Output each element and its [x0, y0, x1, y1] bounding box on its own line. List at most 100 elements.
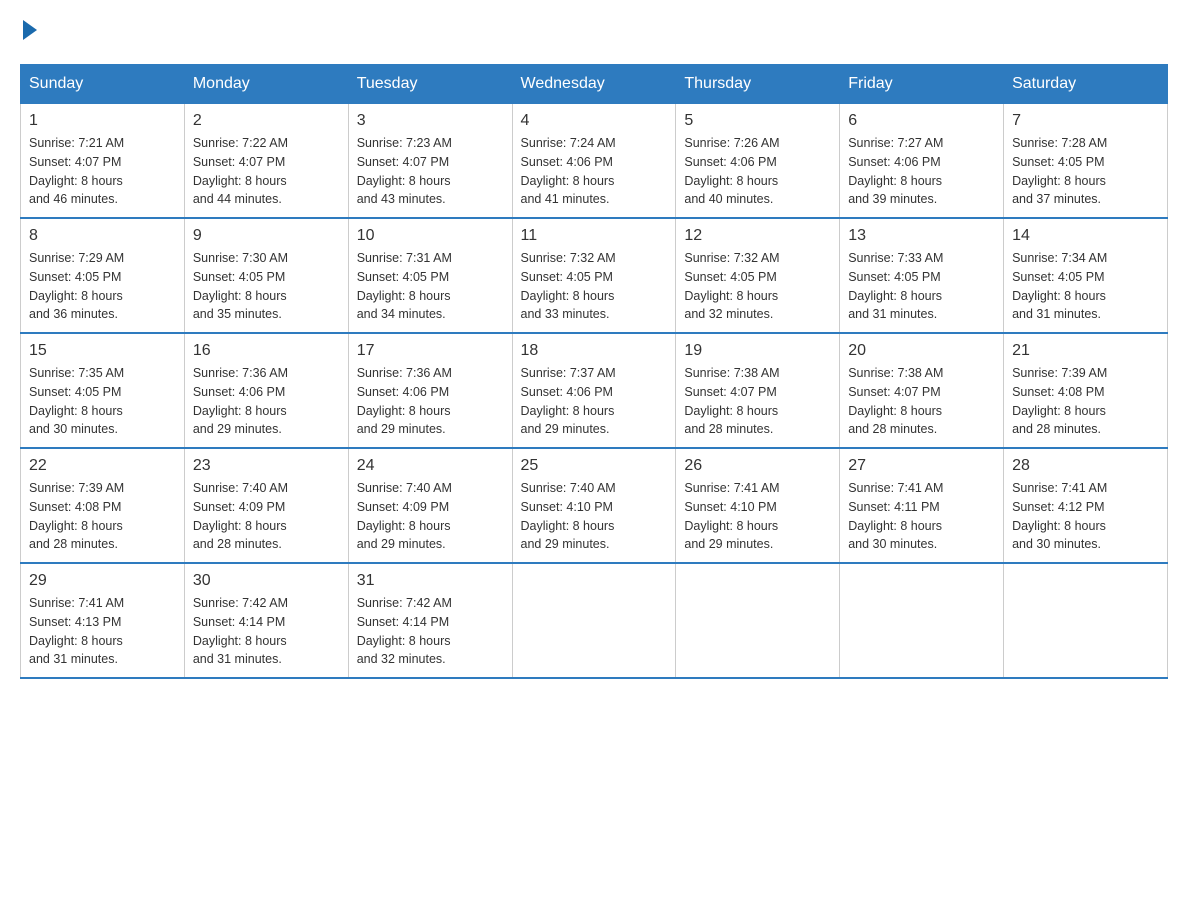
calendar-cell: 8 Sunrise: 7:29 AM Sunset: 4:05 PM Dayli… [21, 218, 185, 333]
calendar-cell: 27 Sunrise: 7:41 AM Sunset: 4:11 PM Dayl… [840, 448, 1004, 563]
day-info: Sunrise: 7:40 AM Sunset: 4:09 PM Dayligh… [357, 479, 504, 554]
day-number: 20 [848, 342, 995, 360]
calendar-cell [512, 563, 676, 678]
day-number: 15 [29, 342, 176, 360]
calendar-cell: 24 Sunrise: 7:40 AM Sunset: 4:09 PM Dayl… [348, 448, 512, 563]
col-header-wednesday: Wednesday [512, 65, 676, 104]
day-number: 25 [521, 457, 668, 475]
day-info: Sunrise: 7:33 AM Sunset: 4:05 PM Dayligh… [848, 249, 995, 324]
day-number: 9 [193, 227, 340, 245]
day-info: Sunrise: 7:30 AM Sunset: 4:05 PM Dayligh… [193, 249, 340, 324]
day-info: Sunrise: 7:23 AM Sunset: 4:07 PM Dayligh… [357, 134, 504, 209]
day-info: Sunrise: 7:39 AM Sunset: 4:08 PM Dayligh… [29, 479, 176, 554]
calendar-week-row: 15 Sunrise: 7:35 AM Sunset: 4:05 PM Dayl… [21, 333, 1168, 448]
day-info: Sunrise: 7:34 AM Sunset: 4:05 PM Dayligh… [1012, 249, 1159, 324]
calendar-cell: 30 Sunrise: 7:42 AM Sunset: 4:14 PM Dayl… [184, 563, 348, 678]
day-info: Sunrise: 7:21 AM Sunset: 4:07 PM Dayligh… [29, 134, 176, 209]
day-info: Sunrise: 7:26 AM Sunset: 4:06 PM Dayligh… [684, 134, 831, 209]
calendar-table: SundayMondayTuesdayWednesdayThursdayFrid… [20, 64, 1168, 679]
day-number: 26 [684, 457, 831, 475]
day-info: Sunrise: 7:36 AM Sunset: 4:06 PM Dayligh… [357, 364, 504, 439]
day-info: Sunrise: 7:42 AM Sunset: 4:14 PM Dayligh… [193, 594, 340, 669]
calendar-cell: 2 Sunrise: 7:22 AM Sunset: 4:07 PM Dayli… [184, 104, 348, 219]
day-number: 16 [193, 342, 340, 360]
calendar-cell: 11 Sunrise: 7:32 AM Sunset: 4:05 PM Dayl… [512, 218, 676, 333]
calendar-cell: 19 Sunrise: 7:38 AM Sunset: 4:07 PM Dayl… [676, 333, 840, 448]
calendar-week-row: 8 Sunrise: 7:29 AM Sunset: 4:05 PM Dayli… [21, 218, 1168, 333]
day-number: 28 [1012, 457, 1159, 475]
day-number: 4 [521, 112, 668, 130]
calendar-cell [1004, 563, 1168, 678]
col-header-monday: Monday [184, 65, 348, 104]
day-number: 19 [684, 342, 831, 360]
calendar-cell: 13 Sunrise: 7:33 AM Sunset: 4:05 PM Dayl… [840, 218, 1004, 333]
day-number: 13 [848, 227, 995, 245]
day-info: Sunrise: 7:38 AM Sunset: 4:07 PM Dayligh… [684, 364, 831, 439]
day-number: 11 [521, 227, 668, 245]
calendar-cell: 22 Sunrise: 7:39 AM Sunset: 4:08 PM Dayl… [21, 448, 185, 563]
day-info: Sunrise: 7:40 AM Sunset: 4:10 PM Dayligh… [521, 479, 668, 554]
calendar-cell: 15 Sunrise: 7:35 AM Sunset: 4:05 PM Dayl… [21, 333, 185, 448]
day-info: Sunrise: 7:32 AM Sunset: 4:05 PM Dayligh… [684, 249, 831, 324]
day-number: 3 [357, 112, 504, 130]
day-number: 14 [1012, 227, 1159, 245]
calendar-cell: 5 Sunrise: 7:26 AM Sunset: 4:06 PM Dayli… [676, 104, 840, 219]
logo [20, 20, 37, 44]
calendar-week-row: 22 Sunrise: 7:39 AM Sunset: 4:08 PM Dayl… [21, 448, 1168, 563]
calendar-cell: 17 Sunrise: 7:36 AM Sunset: 4:06 PM Dayl… [348, 333, 512, 448]
day-info: Sunrise: 7:35 AM Sunset: 4:05 PM Dayligh… [29, 364, 176, 439]
day-number: 5 [684, 112, 831, 130]
day-number: 12 [684, 227, 831, 245]
day-number: 29 [29, 572, 176, 590]
calendar-cell: 26 Sunrise: 7:41 AM Sunset: 4:10 PM Dayl… [676, 448, 840, 563]
calendar-cell: 23 Sunrise: 7:40 AM Sunset: 4:09 PM Dayl… [184, 448, 348, 563]
calendar-cell: 14 Sunrise: 7:34 AM Sunset: 4:05 PM Dayl… [1004, 218, 1168, 333]
day-number: 17 [357, 342, 504, 360]
calendar-cell: 21 Sunrise: 7:39 AM Sunset: 4:08 PM Dayl… [1004, 333, 1168, 448]
calendar-cell: 10 Sunrise: 7:31 AM Sunset: 4:05 PM Dayl… [348, 218, 512, 333]
calendar-cell: 12 Sunrise: 7:32 AM Sunset: 4:05 PM Dayl… [676, 218, 840, 333]
calendar-cell: 18 Sunrise: 7:37 AM Sunset: 4:06 PM Dayl… [512, 333, 676, 448]
day-number: 6 [848, 112, 995, 130]
day-info: Sunrise: 7:41 AM Sunset: 4:12 PM Dayligh… [1012, 479, 1159, 554]
day-number: 23 [193, 457, 340, 475]
day-info: Sunrise: 7:40 AM Sunset: 4:09 PM Dayligh… [193, 479, 340, 554]
calendar-cell: 1 Sunrise: 7:21 AM Sunset: 4:07 PM Dayli… [21, 104, 185, 219]
day-info: Sunrise: 7:38 AM Sunset: 4:07 PM Dayligh… [848, 364, 995, 439]
calendar-cell: 3 Sunrise: 7:23 AM Sunset: 4:07 PM Dayli… [348, 104, 512, 219]
day-number: 30 [193, 572, 340, 590]
col-header-tuesday: Tuesday [348, 65, 512, 104]
col-header-sunday: Sunday [21, 65, 185, 104]
day-info: Sunrise: 7:22 AM Sunset: 4:07 PM Dayligh… [193, 134, 340, 209]
col-header-friday: Friday [840, 65, 1004, 104]
day-number: 18 [521, 342, 668, 360]
day-info: Sunrise: 7:32 AM Sunset: 4:05 PM Dayligh… [521, 249, 668, 324]
calendar-cell: 29 Sunrise: 7:41 AM Sunset: 4:13 PM Dayl… [21, 563, 185, 678]
day-info: Sunrise: 7:29 AM Sunset: 4:05 PM Dayligh… [29, 249, 176, 324]
day-number: 22 [29, 457, 176, 475]
calendar-cell: 16 Sunrise: 7:36 AM Sunset: 4:06 PM Dayl… [184, 333, 348, 448]
day-number: 31 [357, 572, 504, 590]
col-header-saturday: Saturday [1004, 65, 1168, 104]
day-info: Sunrise: 7:42 AM Sunset: 4:14 PM Dayligh… [357, 594, 504, 669]
day-info: Sunrise: 7:37 AM Sunset: 4:06 PM Dayligh… [521, 364, 668, 439]
day-info: Sunrise: 7:41 AM Sunset: 4:10 PM Dayligh… [684, 479, 831, 554]
calendar-cell: 4 Sunrise: 7:24 AM Sunset: 4:06 PM Dayli… [512, 104, 676, 219]
day-number: 8 [29, 227, 176, 245]
page-header [20, 20, 1168, 44]
day-info: Sunrise: 7:28 AM Sunset: 4:05 PM Dayligh… [1012, 134, 1159, 209]
day-number: 24 [357, 457, 504, 475]
day-number: 7 [1012, 112, 1159, 130]
day-number: 1 [29, 112, 176, 130]
calendar-cell [676, 563, 840, 678]
calendar-week-row: 29 Sunrise: 7:41 AM Sunset: 4:13 PM Dayl… [21, 563, 1168, 678]
calendar-week-row: 1 Sunrise: 7:21 AM Sunset: 4:07 PM Dayli… [21, 104, 1168, 219]
day-info: Sunrise: 7:41 AM Sunset: 4:13 PM Dayligh… [29, 594, 176, 669]
day-info: Sunrise: 7:36 AM Sunset: 4:06 PM Dayligh… [193, 364, 340, 439]
day-info: Sunrise: 7:39 AM Sunset: 4:08 PM Dayligh… [1012, 364, 1159, 439]
col-header-thursday: Thursday [676, 65, 840, 104]
day-number: 27 [848, 457, 995, 475]
calendar-cell [840, 563, 1004, 678]
calendar-cell: 20 Sunrise: 7:38 AM Sunset: 4:07 PM Dayl… [840, 333, 1004, 448]
day-info: Sunrise: 7:24 AM Sunset: 4:06 PM Dayligh… [521, 134, 668, 209]
